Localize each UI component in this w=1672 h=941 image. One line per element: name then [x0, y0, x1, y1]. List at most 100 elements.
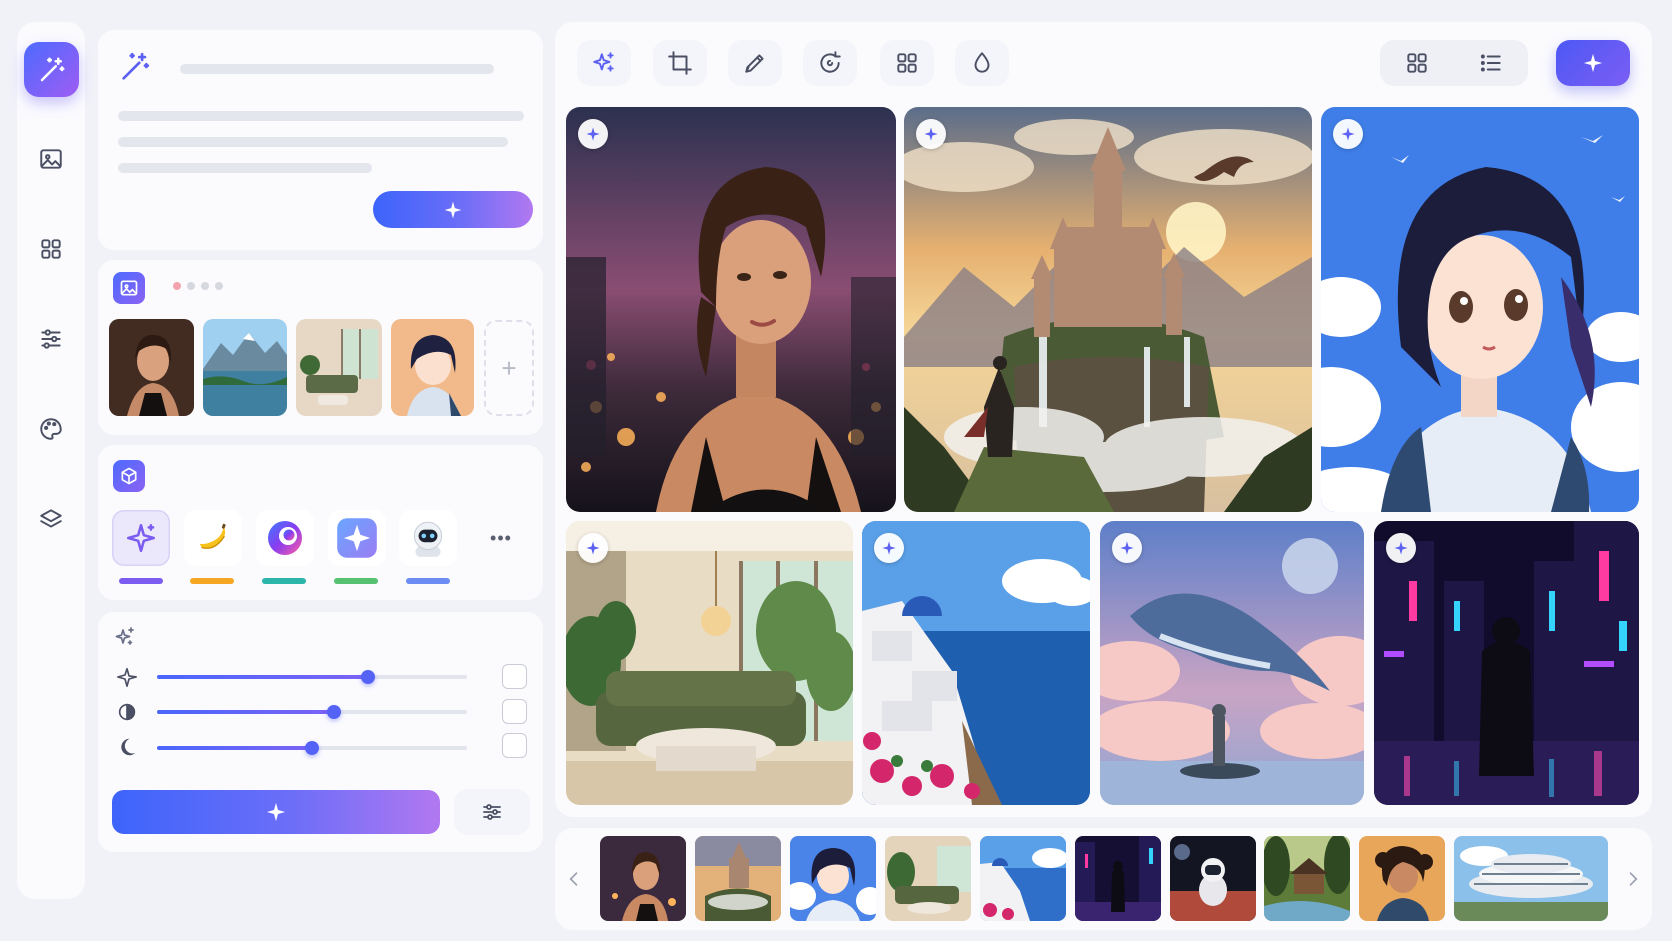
refresh-icon [820, 51, 841, 73]
shadow-checkbox[interactable] [502, 733, 527, 758]
model-bar [262, 578, 306, 584]
favorite-badge[interactable] [1112, 533, 1142, 563]
reference-thumb-mountain-lake[interactable] [203, 319, 287, 416]
model-bar [406, 578, 450, 584]
swirl-logo-icon [268, 521, 302, 555]
favorite-badge[interactable] [1386, 533, 1416, 563]
filmstrip-thumb[interactable] [1359, 836, 1445, 921]
filmstrip-thumb[interactable] [1075, 836, 1161, 921]
favorite-badge[interactable] [1333, 119, 1363, 149]
castle-image [904, 107, 1312, 512]
pager-dot[interactable] [215, 282, 223, 290]
grid-icon [1407, 53, 1427, 73]
filmstrip-thumb[interactable] [980, 836, 1066, 921]
cube-icon [113, 460, 145, 492]
list-icon [1480, 54, 1501, 72]
favorite-badge[interactable] [578, 119, 608, 149]
more-icon: ••• [490, 527, 512, 548]
filmstrip-thumb[interactable] [695, 836, 781, 921]
image-icon [40, 149, 62, 169]
gallery-image-living-room[interactable] [566, 521, 853, 805]
gallery-image-castle[interactable] [904, 107, 1312, 512]
pager-dot[interactable] [201, 282, 209, 290]
tool-grid[interactable] [880, 40, 934, 86]
rail-layers-button[interactable] [31, 499, 71, 539]
rail-image-button[interactable] [31, 139, 71, 179]
reference-thumb-anime-girl[interactable] [391, 319, 474, 416]
model-bar [190, 578, 234, 584]
model-banana[interactable] [184, 510, 242, 566]
apply-generate-button[interactable] [112, 790, 440, 834]
filmstrip-thumb[interactable] [1264, 836, 1350, 921]
reference-thumb-living-room[interactable] [296, 319, 382, 416]
model-sparkle[interactable] [112, 510, 170, 566]
more-models-button[interactable]: ••• [472, 510, 530, 566]
filmstrip-prev-button[interactable] [561, 862, 587, 896]
portrait-image [566, 107, 896, 512]
sparkles-icon [115, 627, 134, 645]
sliders-icon [483, 804, 501, 820]
gallery-image-sky-whale[interactable] [1100, 521, 1364, 805]
view-mode-toggle[interactable] [1380, 40, 1528, 86]
sparkle-icon [1394, 541, 1408, 555]
sliders-icon [41, 329, 61, 349]
prompt-title-placeholder [180, 64, 494, 74]
list-view-option[interactable] [1454, 40, 1528, 86]
filmstrip-next-button[interactable] [1620, 862, 1646, 896]
rail-grid-button[interactable] [31, 229, 71, 269]
slider-handle[interactable] [305, 741, 319, 755]
generate-button[interactable] [373, 191, 533, 228]
model-star-tile[interactable] [328, 510, 386, 566]
shadow-slider[interactable] [157, 741, 467, 755]
grid-view-option[interactable] [1380, 40, 1454, 86]
sparkle-icon [1583, 53, 1603, 73]
create-button[interactable] [1556, 40, 1630, 86]
tool-pen[interactable] [728, 40, 782, 86]
star-tile-icon [337, 518, 377, 558]
add-reference-button[interactable]: + [484, 320, 534, 416]
tool-refresh[interactable] [803, 40, 857, 86]
gallery-image-cyberpunk[interactable] [1374, 521, 1639, 805]
drop-icon [974, 52, 990, 73]
reference-pager[interactable] [173, 282, 223, 290]
model-swirl[interactable] [256, 510, 314, 566]
slider-handle[interactable] [326, 705, 341, 719]
gallery-image-portrait[interactable] [566, 107, 896, 512]
model-bar [119, 578, 163, 584]
sparkle-icon [586, 127, 600, 141]
filmstrip-thumb[interactable] [885, 836, 971, 921]
pen-icon [745, 54, 764, 73]
advanced-settings-button[interactable] [454, 789, 530, 835]
pager-dot[interactable] [187, 282, 195, 290]
sparkle-icon [1341, 127, 1355, 141]
chevron-left-icon [569, 872, 578, 886]
tool-drop[interactable] [955, 40, 1009, 86]
prompt-line-placeholder [118, 137, 508, 147]
gallery-image-santorini[interactable] [862, 521, 1090, 805]
magic-wand-icon[interactable] [24, 42, 79, 97]
slider-handle[interactable] [360, 670, 375, 684]
intensity-slider[interactable] [157, 670, 467, 684]
gallery-image-anime-girl[interactable] [1321, 107, 1639, 512]
filmstrip-thumb[interactable] [600, 836, 686, 921]
contrast-checkbox[interactable] [502, 699, 527, 724]
model-robot[interactable] [399, 510, 457, 566]
tool-magic[interactable] [577, 40, 631, 86]
contrast-slider[interactable] [157, 705, 467, 719]
model-bar [334, 578, 378, 584]
favorite-badge[interactable] [874, 533, 904, 563]
reference-thumb-portrait[interactable] [109, 319, 194, 416]
tool-crop[interactable] [653, 40, 707, 86]
filmstrip-thumb[interactable] [1454, 836, 1608, 921]
pager-dot[interactable] [173, 282, 181, 290]
rail-sliders-button[interactable] [31, 319, 71, 359]
favorite-badge[interactable] [916, 119, 946, 149]
crop-icon [668, 51, 692, 75]
favorite-badge[interactable] [578, 533, 608, 563]
grid-icon [41, 239, 61, 259]
rail-palette-button[interactable] [31, 409, 71, 449]
intensity-checkbox[interactable] [502, 664, 527, 689]
filmstrip-thumb[interactable] [1170, 836, 1256, 921]
filmstrip-thumb[interactable] [790, 836, 876, 921]
sparkle-icon [266, 802, 286, 822]
